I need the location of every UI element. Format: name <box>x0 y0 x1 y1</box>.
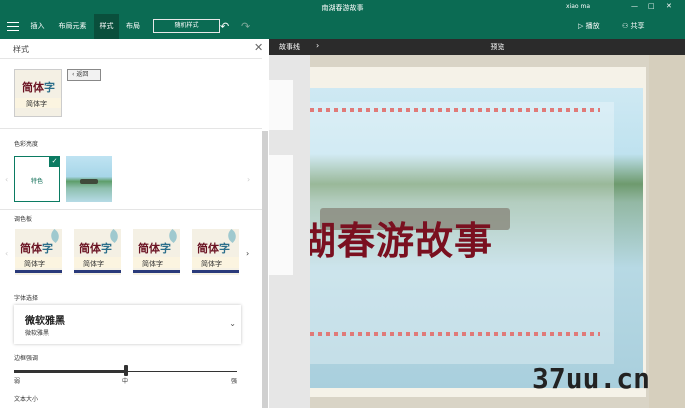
ribbon: 插入 布局元素 样式 布局 随机样式 ↶ ↷ ▷ 播放 ⚇ 共享 <box>0 14 685 39</box>
font-select[interactable]: 微软雅黑 微软雅黑 ⌄ <box>14 305 241 344</box>
chevron-down-icon: ⌄ <box>229 319 236 328</box>
chevron-left-icon[interactable]: ‹ <box>5 249 8 258</box>
close-panel-icon[interactable]: ✕ <box>254 41 263 54</box>
slide-frame: 湖春游故事 <box>310 67 646 397</box>
back-button[interactable]: ‹ 返回 <box>67 69 101 81</box>
play-icon: ▷ <box>578 22 586 30</box>
panel-scrollbar[interactable] <box>262 131 268 408</box>
tab-storyline[interactable]: 故事线 <box>269 39 310 55</box>
tick-strong: 强 <box>231 378 238 385</box>
text-size-label: 文本大小 <box>14 396 39 403</box>
decor-stripe <box>310 108 600 112</box>
palette-tile-4[interactable]: 简体字 简体字 <box>192 229 239 275</box>
slide-title[interactable]: 湖春游故事 <box>310 210 493 265</box>
minimize-button[interactable]: — <box>631 2 638 10</box>
style-panel: 样式 ✕ 简体字 简体字 ‹ 返回 色彩亮度 ‹ 特色 ✓ › 调色板 ‹ 简体… <box>0 39 269 408</box>
tab-layout[interactable]: 布局 <box>122 14 144 39</box>
check-icon: ✓ <box>49 156 60 167</box>
tab-insert[interactable]: 插入 <box>27 14 48 39</box>
palette-tile-3[interactable]: 简体字 简体字 <box>133 229 180 275</box>
divider <box>0 128 262 129</box>
palette-tile-2[interactable]: 简体字 简体字 <box>74 229 121 275</box>
share-icon: ⚇ <box>622 22 631 30</box>
panel-title: 样式 <box>13 45 29 54</box>
play-button[interactable]: ▷ 播放 <box>578 14 600 39</box>
tick-medium: 中 <box>122 378 129 385</box>
intensity-slider-thumb[interactable] <box>123 365 128 376</box>
next-slide-edge <box>649 55 685 408</box>
theme-tile-photo[interactable] <box>66 156 112 202</box>
user-name[interactable]: xiao ma <box>566 3 590 10</box>
palette-label: 调色板 <box>14 216 33 223</box>
font-label: 字体选择 <box>14 295 39 302</box>
palette-tile-1[interactable]: 简体字 简体字 <box>15 229 62 275</box>
watermark: 37uu.cn <box>532 362 651 395</box>
intensity-label: 边框强调 <box>14 355 39 362</box>
chevron-right-icon[interactable]: › <box>246 249 249 258</box>
random-style-button[interactable]: 随机样式 <box>153 19 220 33</box>
redo-icon[interactable]: ↷ <box>241 20 250 33</box>
maximize-button[interactable]: □ <box>648 2 655 10</box>
story-card[interactable] <box>269 80 293 130</box>
divider <box>0 58 262 59</box>
preview-header: › 预览 <box>310 39 685 55</box>
story-card[interactable] <box>269 155 293 275</box>
divider <box>0 209 262 210</box>
decor-stripe <box>310 332 600 336</box>
chevron-right-icon[interactable]: › <box>247 175 250 184</box>
chevron-left-icon[interactable]: ‹ <box>5 175 8 184</box>
preview-stage: 湖春游故事 37uu.cn <box>310 55 685 408</box>
tab-layout-elements[interactable]: 布局元素 <box>55 14 90 39</box>
title-bar: 南湖春游故事 xiao ma — □ ✕ <box>0 0 685 14</box>
color-theme-label: 色彩亮度 <box>14 141 39 148</box>
theme-tile-custom[interactable]: 特色 ✓ <box>14 156 60 202</box>
close-window-button[interactable]: ✕ <box>666 2 672 10</box>
share-button[interactable]: ⚇ 共享 <box>622 14 645 39</box>
tick-weak: 弱 <box>14 378 21 385</box>
intensity-slider-fill <box>14 370 126 373</box>
tab-style[interactable]: 样式 <box>94 14 119 39</box>
current-style-thumbnail: 简体字 简体字 <box>14 69 62 117</box>
undo-icon[interactable]: ↶ <box>220 20 229 33</box>
hamburger-menu-icon[interactable] <box>7 22 19 31</box>
